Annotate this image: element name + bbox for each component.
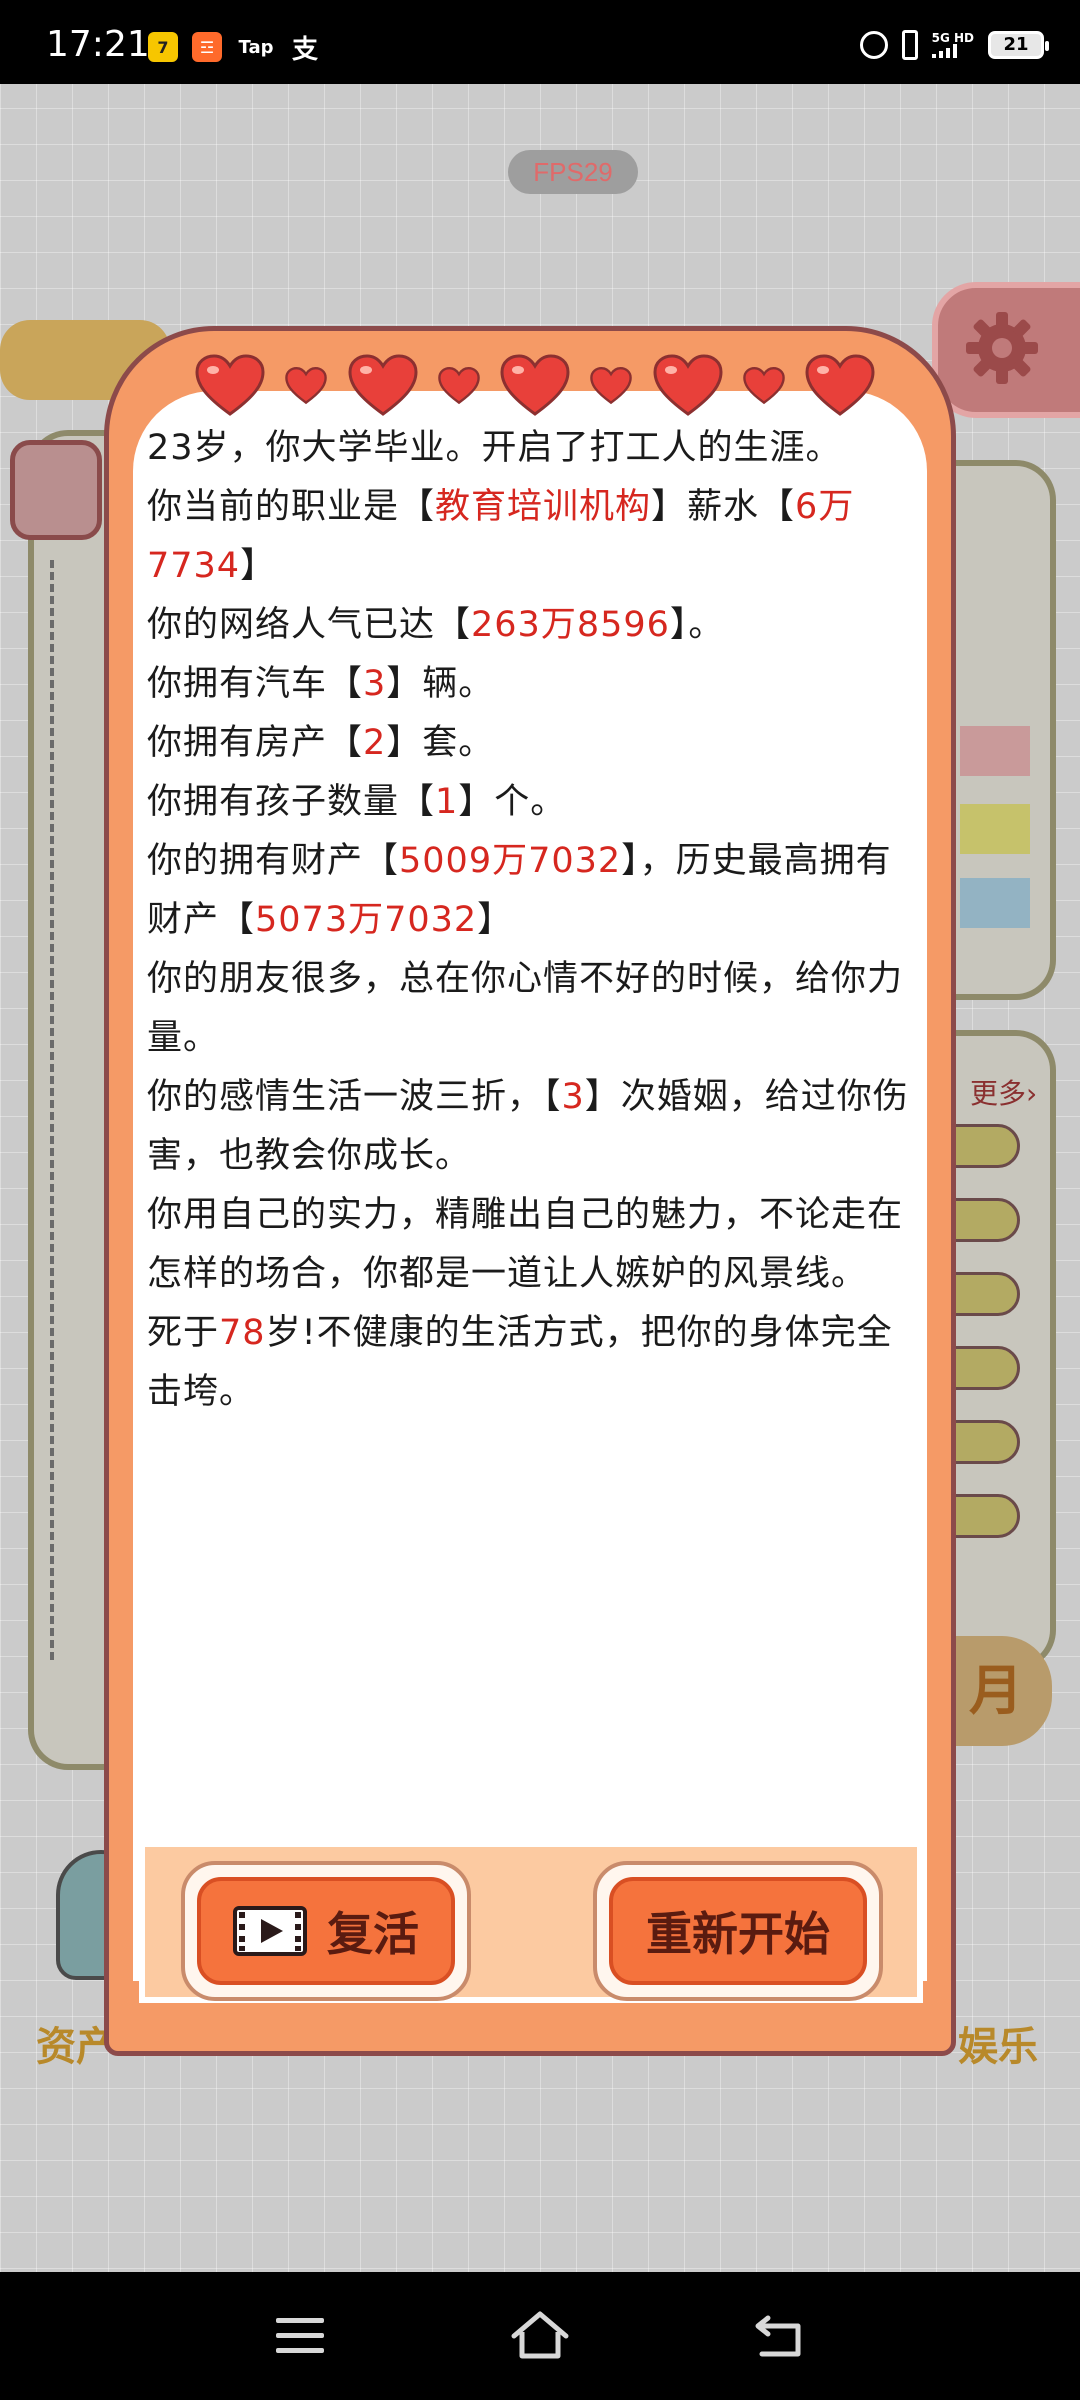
life-summary-text: 23岁，你大学毕业。开启了打工人的生涯。 你当前的职业是【教育培训机构】薪水【6万… xyxy=(147,419,917,1422)
heart-icon xyxy=(285,367,328,405)
summary-text: 23岁，你大学毕业。开启了打工人的生涯。 xyxy=(147,428,842,468)
gear-icon xyxy=(966,312,1038,384)
highlight-value: 78 xyxy=(219,1313,266,1353)
life-summary-dialog: 23岁，你大学毕业。开启了打工人的生涯。 你当前的职业是【教育培训机构】薪水【6万… xyxy=(104,326,956,2056)
navigation-bar xyxy=(0,2272,1080,2400)
stat-bar xyxy=(950,1198,1020,1242)
summary-line: 你用自己的实力，精雕出自己的魅力，不论走在怎样的场合，你都是一道让人嫉妒的风景线… xyxy=(147,1186,917,1304)
stat-bar xyxy=(950,1346,1020,1390)
stat-swatch xyxy=(960,878,1030,928)
revive-button-face[interactable]: 复活 xyxy=(197,1877,455,1985)
summary-line: 死于78岁!不健康的生活方式，把你的身体完全击垮。 xyxy=(147,1304,917,1422)
summary-text: 】。 xyxy=(669,605,725,645)
summary-text: 你的感情生活一波三折，【 xyxy=(147,1077,562,1117)
restart-button-label: 重新开始 xyxy=(646,1907,830,1961)
highlight-value: 教育培训机构 xyxy=(435,487,652,527)
summary-text: 你的朋友很多，总在你心情不好的时候，给你力量。 xyxy=(147,959,904,1058)
summary-text: 】套。 xyxy=(386,723,495,763)
alipay-icon: 支 xyxy=(291,34,318,65)
network-type-label: 5G HD xyxy=(931,31,974,45)
summary-line: 你拥有孩子数量【1】个。 xyxy=(147,773,917,832)
summary-text: 你当前的职业是【 xyxy=(147,487,436,527)
left-panel-dashline xyxy=(50,560,54,1660)
highlight-value: 2 xyxy=(363,723,387,763)
battery-icon: 21 xyxy=(988,31,1049,59)
video-ad-icon xyxy=(233,1906,307,1956)
highlight-value: 1 xyxy=(435,782,459,822)
summary-text: 你拥有汽车【 xyxy=(147,664,364,704)
revive-button[interactable]: 复活 xyxy=(181,1861,471,2001)
heart-icon xyxy=(590,367,633,405)
menu-icon xyxy=(276,2318,324,2353)
summary-text: 死于 xyxy=(147,1313,220,1353)
app-game-icon: ☲ xyxy=(192,32,222,62)
highlight-value: 263万8596 xyxy=(471,605,670,645)
summary-text: 你用自己的实力，精雕出自己的魅力，不论走在怎样的场合，你都是一道让人嫉妒的风景线… xyxy=(147,1195,904,1294)
back-icon xyxy=(755,2315,801,2357)
restart-button-face[interactable]: 重新开始 xyxy=(609,1877,867,1985)
summary-text: 你拥有孩子数量【 xyxy=(147,782,436,822)
notification-icons: 7 ☲ Tap 支 xyxy=(148,32,320,65)
month-button[interactable]: 月 xyxy=(940,1636,1052,1746)
restart-button[interactable]: 重新开始 xyxy=(593,1861,883,2001)
menu-button[interactable] xyxy=(260,2302,340,2370)
summary-text: 】 xyxy=(477,900,514,940)
stat-bar xyxy=(950,1272,1020,1316)
heart-icon xyxy=(437,367,480,405)
stat-bar xyxy=(950,1420,1020,1464)
app-7-icon: 7 xyxy=(148,32,178,62)
heart-icon xyxy=(195,354,265,418)
more-link[interactable]: 更多› xyxy=(970,1072,1037,1112)
stat-swatch xyxy=(960,726,1030,776)
summary-text: 你拥有房产【 xyxy=(147,723,364,763)
tab-entertainment[interactable]: 娱乐 xyxy=(958,2014,1038,2072)
alarm-icon xyxy=(859,31,888,59)
dialog-footer: 复活 重新开始 xyxy=(139,1841,923,2003)
vibrate-icon xyxy=(901,30,918,60)
heart-icon xyxy=(500,354,570,418)
heart-icon xyxy=(805,354,875,418)
summary-text: 】辆。 xyxy=(386,664,495,704)
stat-bar xyxy=(950,1124,1020,1168)
highlight-value: 3 xyxy=(561,1077,585,1117)
hearts-decoration xyxy=(195,351,875,421)
summary-line: 你当前的职业是【教育培训机构】薪水【6万7734】 xyxy=(147,478,917,596)
summary-line: 你的拥有财产【5009万7032】，历史最高拥有财产【5073万7032】 xyxy=(147,832,917,950)
system-icons: 5G HD 21 xyxy=(859,30,1049,60)
revive-button-label: 复活 xyxy=(327,1907,419,1961)
home-icon xyxy=(511,2311,569,2359)
fps-badge: FPS29 xyxy=(508,150,638,194)
status-time: 17:21 xyxy=(46,24,150,65)
summary-text: 你的网络人气已达【 xyxy=(147,605,472,645)
home-button[interactable] xyxy=(500,2302,580,2370)
signal-icon: 5G HD xyxy=(931,31,974,58)
summary-line: 你的网络人气已达【263万8596】。 xyxy=(147,596,917,655)
summary-text: 】薪水【 xyxy=(651,487,796,527)
stat-swatch xyxy=(960,804,1030,854)
taptap-icon: Tap xyxy=(238,36,274,58)
summary-line: 你的感情生活一波三折，【3】次婚姻，给过你伤害，也教会你成长。 xyxy=(147,1068,917,1186)
back-button[interactable] xyxy=(740,2302,820,2370)
heart-icon xyxy=(347,354,418,418)
trophy-icon xyxy=(10,440,102,540)
summary-line: 你拥有汽车【3】辆。 xyxy=(147,655,917,714)
status-bar: 17:21 7 ☲ Tap 支 5G HD 21 xyxy=(0,0,1080,84)
summary-text: 】个。 xyxy=(458,782,567,822)
highlight-value: 3 xyxy=(363,664,387,704)
highlight-value: 5073万7032 xyxy=(255,900,478,940)
summary-line: 23岁，你大学毕业。开启了打工人的生涯。 xyxy=(147,419,917,478)
heart-icon xyxy=(652,354,723,418)
heart-icon xyxy=(742,367,785,405)
summary-line: 你拥有房产【2】套。 xyxy=(147,714,917,773)
summary-line: 你的朋友很多，总在你心情不好的时候，给你力量。 xyxy=(147,950,917,1068)
stat-bar xyxy=(950,1494,1020,1538)
summary-text: 你的拥有财产【 xyxy=(147,841,400,881)
highlight-value: 5009万7032 xyxy=(399,841,622,881)
summary-text: 】 xyxy=(240,546,277,586)
